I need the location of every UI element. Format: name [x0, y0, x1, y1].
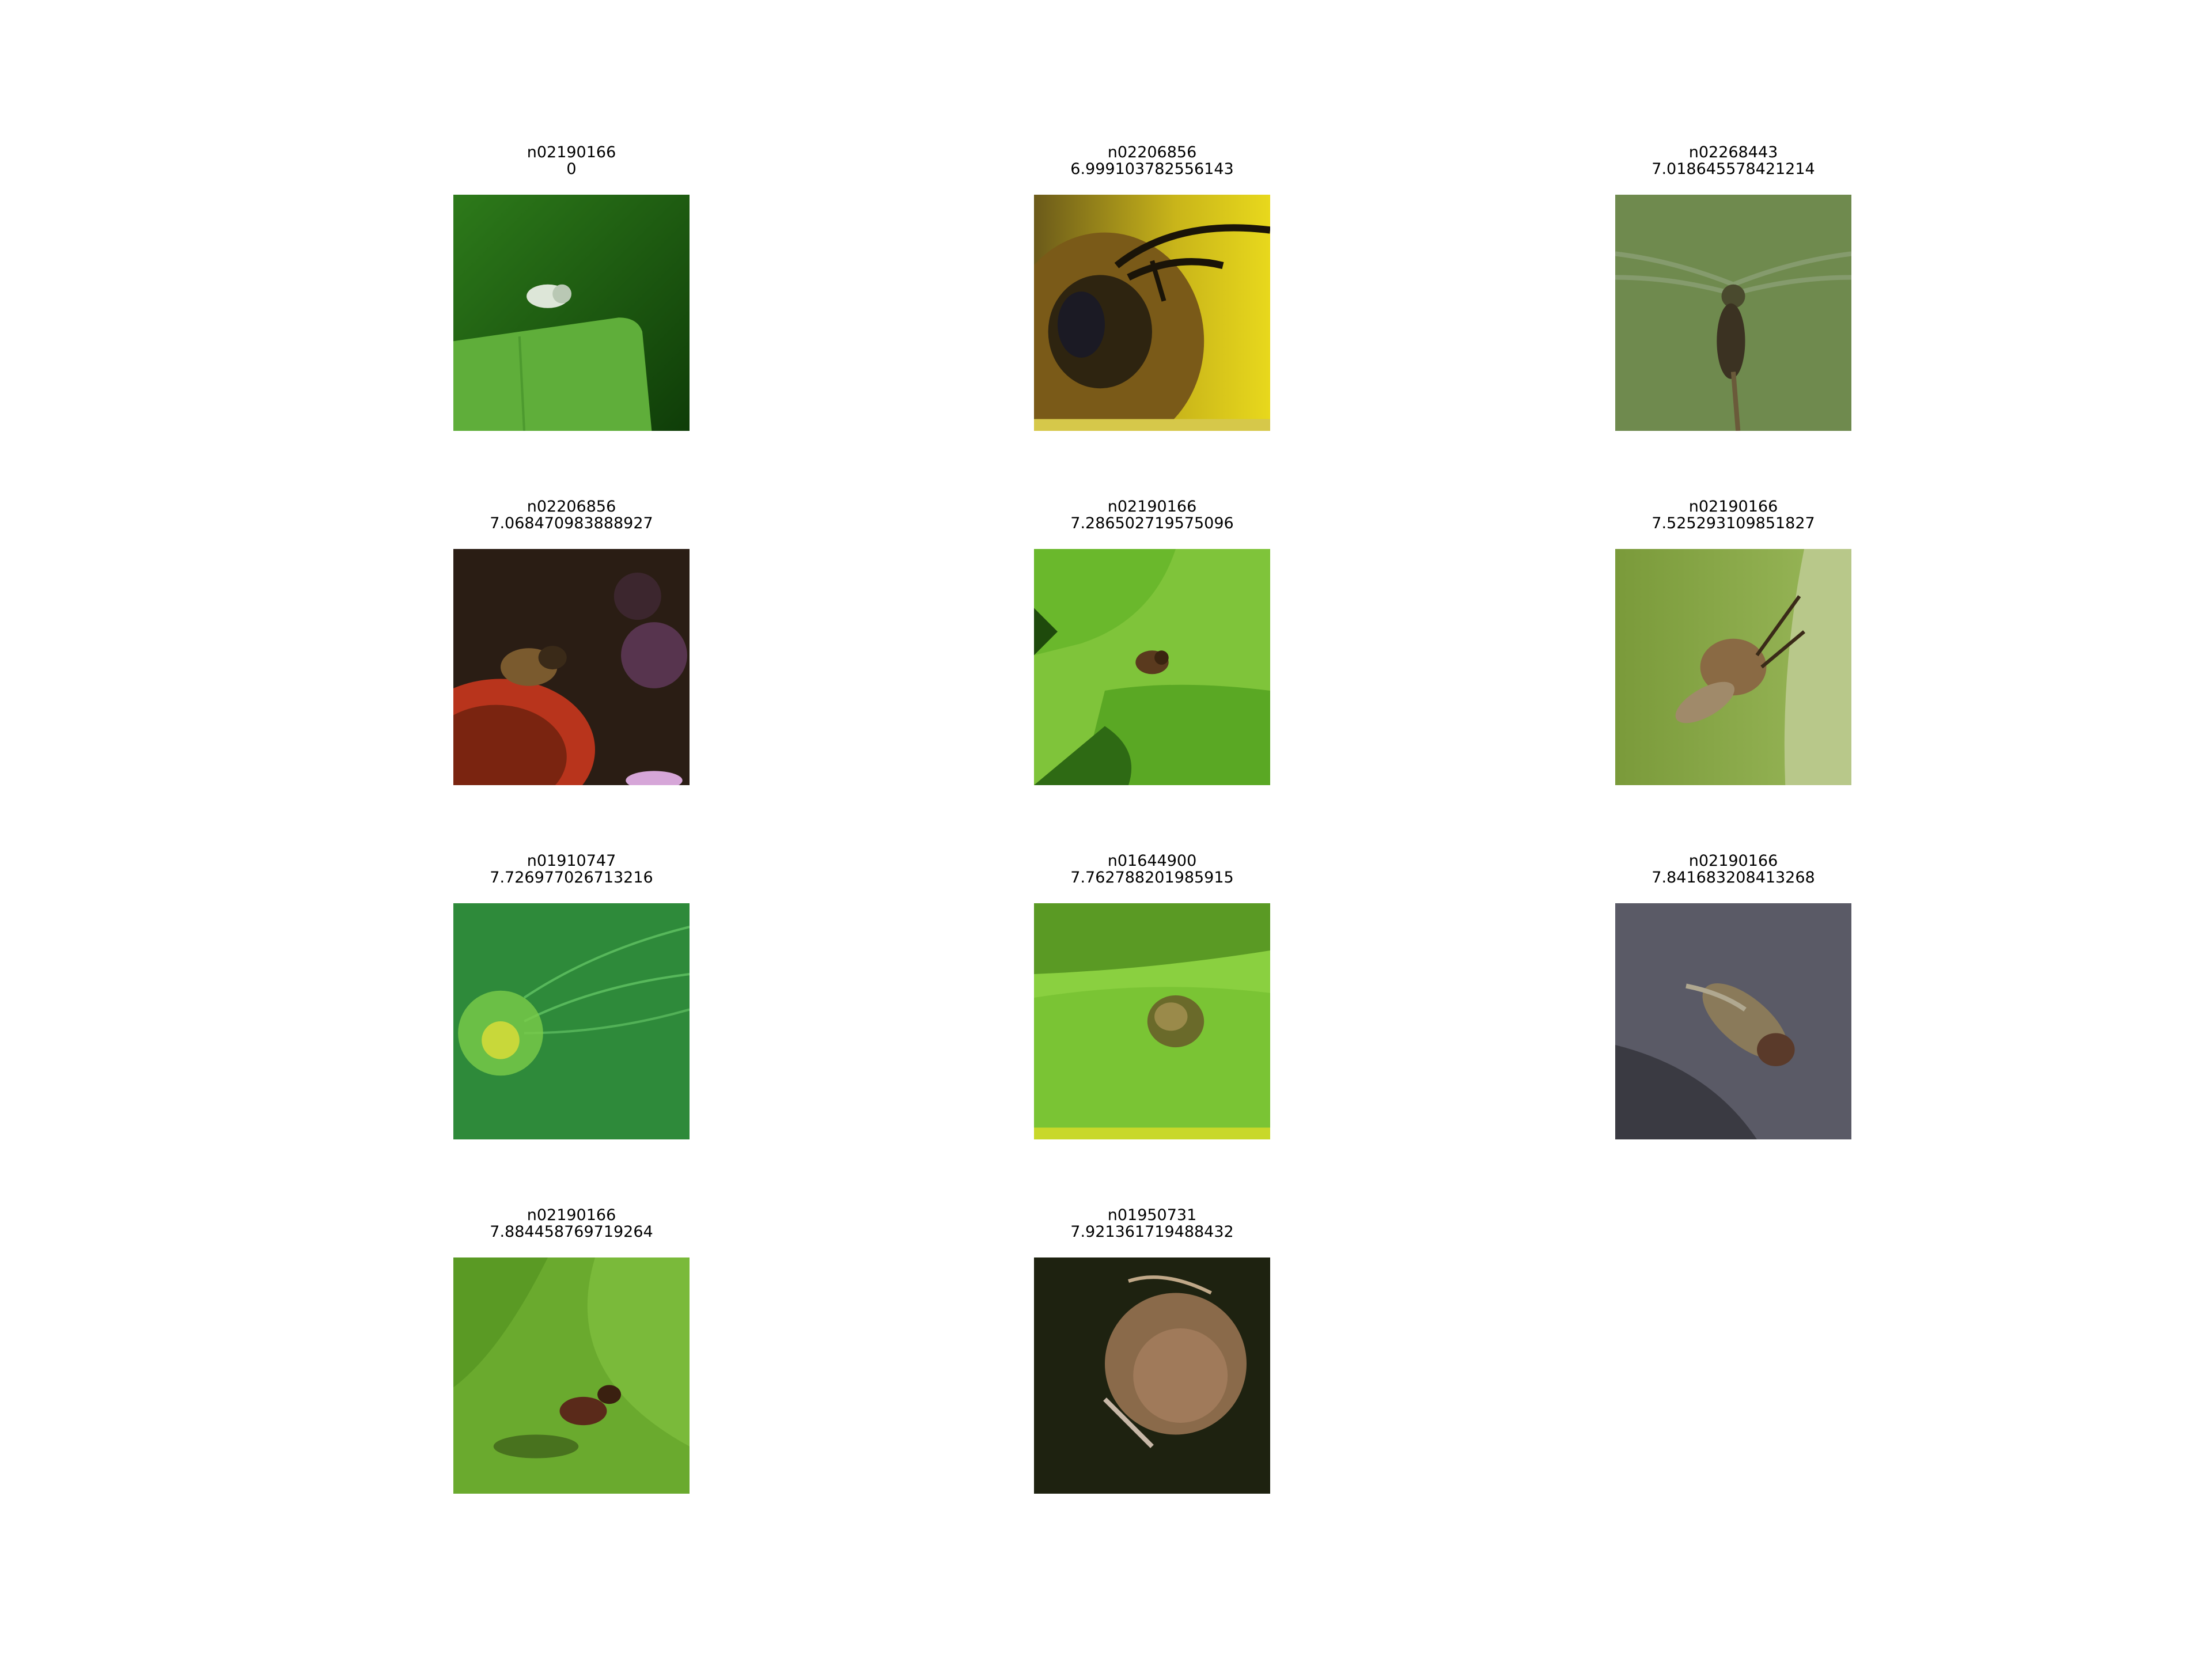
panel-title: n02190166 7.884458769719264	[384, 1207, 759, 1240]
panel-image	[1034, 195, 1270, 431]
panel-class-label: n02268443	[1688, 143, 1778, 161]
panel-title: n02268443 7.018645578421214	[1546, 144, 1921, 177]
panel-title: n02206856 7.068470983888927	[384, 498, 759, 532]
panel-distance-score: 7.921361719488432	[1070, 1223, 1234, 1241]
panel-title: n01644900 7.762788201985915	[965, 853, 1339, 886]
panel-image	[453, 903, 690, 1139]
panel-class-label: n01644900	[1107, 852, 1197, 870]
panel-title: n02190166 7.841683208413268	[1546, 853, 1921, 886]
panel-title: n02190166 0	[384, 144, 759, 177]
panel-class-label: n02190166	[1107, 498, 1197, 516]
panel-distance-score: 7.068470983888927	[490, 514, 653, 532]
panel-class-label: n01910747	[527, 852, 616, 870]
panel-title: n02206856 6.999103782556143	[965, 144, 1339, 177]
panel-image	[453, 1257, 690, 1494]
panel-class-label: n02190166	[527, 143, 616, 161]
panel-class-label: n02206856	[527, 498, 616, 516]
panel-title: n01950731 7.921361719488432	[965, 1207, 1339, 1240]
panel-image	[1034, 903, 1270, 1139]
panel-class-label: n02190166	[527, 1206, 616, 1224]
panel-distance-score: 7.018645578421214	[1652, 160, 1815, 178]
panel-distance-score: 0	[566, 160, 577, 178]
panel-class-label: n02206856	[1107, 143, 1197, 161]
panel-image	[1034, 1257, 1270, 1494]
panel-distance-score: 6.999103782556143	[1070, 160, 1234, 178]
panel-class-label: n01950731	[1107, 1206, 1197, 1224]
panel-title: n02190166 7.525293109851827	[1546, 498, 1921, 532]
panel-distance-score: 7.762788201985915	[1070, 869, 1234, 887]
panel-distance-score: 7.286502719575096	[1070, 514, 1234, 532]
panel-image	[1615, 549, 1851, 785]
panel-title: n01910747 7.726977026713216	[384, 853, 759, 886]
panel-class-label: n02190166	[1688, 852, 1778, 870]
panel-distance-score: 7.841683208413268	[1652, 869, 1815, 887]
panel-image	[1615, 903, 1851, 1139]
panel-image	[1034, 549, 1270, 785]
panel-distance-score: 7.726977026713216	[490, 869, 653, 887]
panel-class-label: n02190166	[1688, 498, 1778, 516]
panel-image	[1615, 195, 1851, 431]
image-grid-figure: n02190166 0 n02206856 6.999103782556143	[0, 0, 2212, 1659]
panel-image	[453, 195, 690, 431]
panel-distance-score: 7.884458769719264	[490, 1223, 653, 1241]
panel-distance-score: 7.525293109851827	[1652, 514, 1815, 532]
panel-title: n02190166 7.286502719575096	[965, 498, 1339, 532]
panel-image	[453, 549, 690, 785]
